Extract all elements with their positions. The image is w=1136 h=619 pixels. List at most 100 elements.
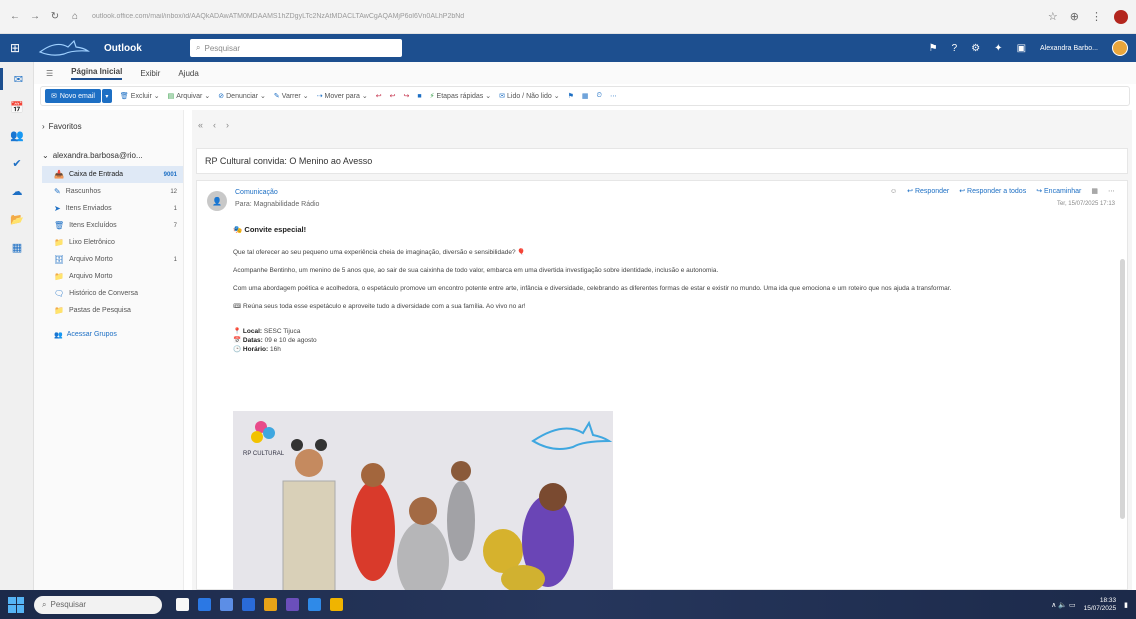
mail-app-icon[interactable]: ✉ [0,68,34,90]
search-input[interactable]: ⌕ Pesquisar [190,39,402,57]
settings-icon[interactable]: ⚙ [971,43,980,54]
folder-label: Arquivo Morto [68,273,113,280]
tray-icons[interactable]: ∧ 🔈 ▭ [1051,601,1075,609]
new-mail-dropdown[interactable]: ▾ [101,89,112,103]
apps-app-icon[interactable]: ▦ [0,236,34,258]
chevron-down-icon: ⌄ [485,93,492,100]
premium-icon[interactable]: ✦ [994,43,1002,54]
teams-icon[interactable] [286,598,299,611]
tab-p-gina-inicial[interactable]: Página Inicial [71,67,123,80]
ribbon-icon-button[interactable]: ▦ [582,92,589,100]
mail-icon[interactable] [308,598,321,611]
start-button[interactable] [8,596,24,613]
ribbon-excluir-button[interactable]: 🗑 Excluir ⌄ [120,92,160,101]
action-responder-button[interactable]: ↩ Responder [907,187,949,195]
user-avatar[interactable] [1112,40,1128,56]
folder-item[interactable]: 📥 Caixa de Entrada 9001 [42,166,183,183]
sender-avatar[interactable]: 👤 [207,191,227,211]
ribbon-etapas-r-pidas-button[interactable]: ⚡ Etapas rápidas ⌄ [430,92,492,101]
folder-count: 1 [173,205,177,212]
feedback-icon[interactable]: ⚑ [929,43,938,54]
clock-date: 15/07/2025 [1083,604,1117,612]
folder-label: Pastas de Pesquisa [68,307,131,314]
ribbon-icon-button[interactable]: ↩ [390,92,396,100]
collapse-pane-icon[interactable]: ☰ [46,69,53,78]
ribbon-arquivar-button[interactable]: ▤ Arquivar ⌄ [168,92,211,101]
groups-link[interactable]: 👥 Acessar Grupos [42,331,183,339]
ribbon-lido-n-o-lido-button[interactable]: ✉ Lido / Não lido ⌄ [499,92,560,101]
reading-scrollbar[interactable] [1120,259,1125,519]
folder-item[interactable]: 📁 Pastas de Pesquisa [42,302,183,319]
file-explorer-icon[interactable] [176,598,189,611]
extensions-icon[interactable]: ⊕ [1070,10,1079,23]
tab-ajuda[interactable]: Ajuda [178,69,198,78]
ribbon-icon-button[interactable]: ■ [417,93,421,100]
calendar-app-icon[interactable]: 📅 [0,96,34,118]
emoji-reaction-icon[interactable]: ☺ [890,188,897,195]
home-icon[interactable]: ⌂ [68,10,82,24]
folder-item[interactable]: ✎ Rascunhos 12 [42,183,183,200]
folder-item[interactable]: ➤ Itens Enviados 1 [42,200,183,217]
ribbon-item-icon: ↪ [403,93,410,100]
action-encaminhar-button[interactable]: ↪ Encaminhar [1036,187,1081,195]
people-app-icon[interactable]: 👥 [0,124,34,146]
ribbon-mover-para-button[interactable]: ⇢ Mover para ⌄ [317,92,368,101]
folder-item[interactable]: 🗄 Arquivo Morto 1 [42,251,183,268]
windows-taskbar: ⌕ Pesquisar ∧ 🔈 ▭ 18:33 15/07/2025 ▮ [0,590,1136,619]
back-icon[interactable]: ← [8,10,22,24]
meet-now-icon[interactable]: ▣ [1017,43,1026,54]
notification-icon[interactable]: ▮ [1124,601,1128,609]
address-bar[interactable]: outlook.office.com/mail/inbox/id/AAQkADA… [92,13,1048,20]
ribbon-varrer-button[interactable]: ✎ Varrer ⌄ [274,92,309,101]
outlook-app-icon[interactable] [220,598,233,611]
user-name[interactable]: Alexandra Barbo... [1040,45,1098,52]
folder-icon[interactable] [264,598,277,611]
more-options-icon[interactable]: ⋯ [1108,187,1115,195]
chrome-icon[interactable] [330,598,343,611]
sender-name[interactable]: Comunicação [235,189,278,196]
tab-exibir[interactable]: Exibir [140,69,160,78]
favorites-section[interactable]: › Favoritos [42,122,183,131]
ribbon-icon-button[interactable]: ⚑ [568,92,574,100]
chevron-down-icon: ⌄ [302,93,309,100]
onedrive-app-icon[interactable]: ☁ [0,180,34,202]
folder-item[interactable]: 🗨 Histórico de Conversa [42,285,183,302]
ribbon-icon-button[interactable]: ⋯ [610,92,617,100]
first-message-icon[interactable]: « [198,120,203,130]
ribbon-item-icon: ⏲ [596,92,603,99]
folder-item[interactable]: 📁 Arquivo Morto [42,268,183,285]
company-logo [38,39,90,56]
favorite-icon[interactable]: ☆ [1048,10,1058,23]
folder-count: 9001 [163,171,177,178]
previous-message-icon[interactable]: ‹ [213,120,216,130]
event-detail-value: 16h [270,346,281,353]
account-section[interactable]: ⌄ alexandra.barbosa@rio... [42,151,183,160]
location-icon: 📍 [233,328,243,335]
forward-icon[interactable]: → [28,10,42,24]
action-responder-a-todos-button[interactable]: ↩ Responder a todos [959,187,1026,195]
app-launcher-icon[interactable]: ⊞ [0,34,30,62]
help-icon[interactable]: ? [952,43,958,54]
edge-icon[interactable] [198,598,211,611]
browser-profile-avatar[interactable] [1114,9,1128,24]
new-mail-label: Novo email [59,92,95,100]
taskbar-search-input[interactable]: ⌕ Pesquisar [34,595,162,614]
ribbon-icon-button[interactable]: ⏲ [597,92,602,100]
folder-item[interactable]: 🗑 Itens Excluídos 7 [42,217,183,234]
todo-app-icon[interactable]: ✔ [0,152,34,174]
clock[interactable]: 18:33 15/07/2025 [1084,597,1117,613]
ribbon-denunciar-button[interactable]: ⊘ Denunciar ⌄ [218,92,266,101]
refresh-icon[interactable]: ↻ [48,10,62,24]
ribbon-icon-button[interactable]: ↩ [376,92,382,100]
next-message-icon[interactable]: › [226,120,229,130]
outlook-brand[interactable]: Outlook [104,43,184,54]
folder-item[interactable]: 📁 Lixo Eletrônico [42,234,183,251]
store-icon[interactable] [242,598,255,611]
folder-label: Histórico de Conversa [69,290,139,297]
ribbon-icon-button[interactable]: ↪ [404,92,410,100]
files-app-icon[interactable]: 📂 [0,208,34,230]
browser-menu-icon[interactable]: ⋮ [1091,10,1102,23]
apps-icon[interactable]: ▦ [1091,187,1098,195]
new-mail-button[interactable]: ✉ Novo email [45,89,101,103]
ribbon-item-label: Mover para [324,92,360,100]
